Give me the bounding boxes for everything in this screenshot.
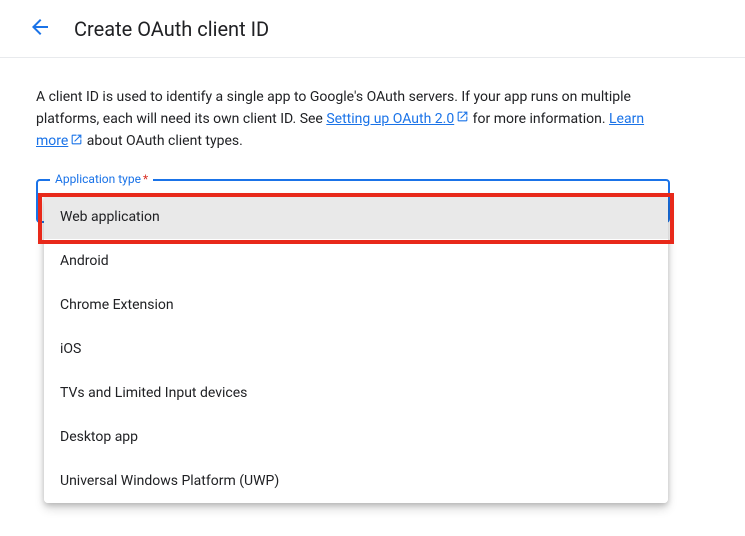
description-part2: for more information.: [469, 111, 609, 127]
application-type-field: Application type* Web applicationAndroid…: [36, 179, 670, 223]
arrow-back-icon: [28, 15, 52, 43]
required-marker: *: [143, 172, 148, 186]
option-web-application[interactable]: Web application: [44, 195, 668, 239]
description-text: A client ID is used to identify a single…: [36, 86, 676, 153]
option-ios[interactable]: iOS: [44, 327, 668, 371]
option-chrome-extension[interactable]: Chrome Extension: [44, 283, 668, 327]
external-link-icon: [70, 131, 83, 153]
description-part3: about OAuth client types.: [83, 133, 242, 149]
page-header: Create OAuth client ID: [0, 0, 745, 58]
option-universal-windows-platform-uwp-[interactable]: Universal Windows Platform (UWP): [44, 459, 668, 503]
setup-oauth-link[interactable]: Setting up OAuth 2.0: [326, 111, 469, 127]
option-tvs-and-limited-input-devices[interactable]: TVs and Limited Input devices: [44, 371, 668, 415]
page-title: Create OAuth client ID: [74, 17, 269, 41]
back-button[interactable]: [20, 9, 60, 49]
option-android[interactable]: Android: [44, 239, 668, 283]
external-link-icon: [456, 108, 469, 130]
content-area: A client ID is used to identify a single…: [0, 58, 745, 251]
option-desktop-app[interactable]: Desktop app: [44, 415, 668, 459]
application-type-dropdown: Web applicationAndroidChrome ExtensioniO…: [44, 195, 668, 503]
field-label: Application type*: [50, 172, 153, 186]
